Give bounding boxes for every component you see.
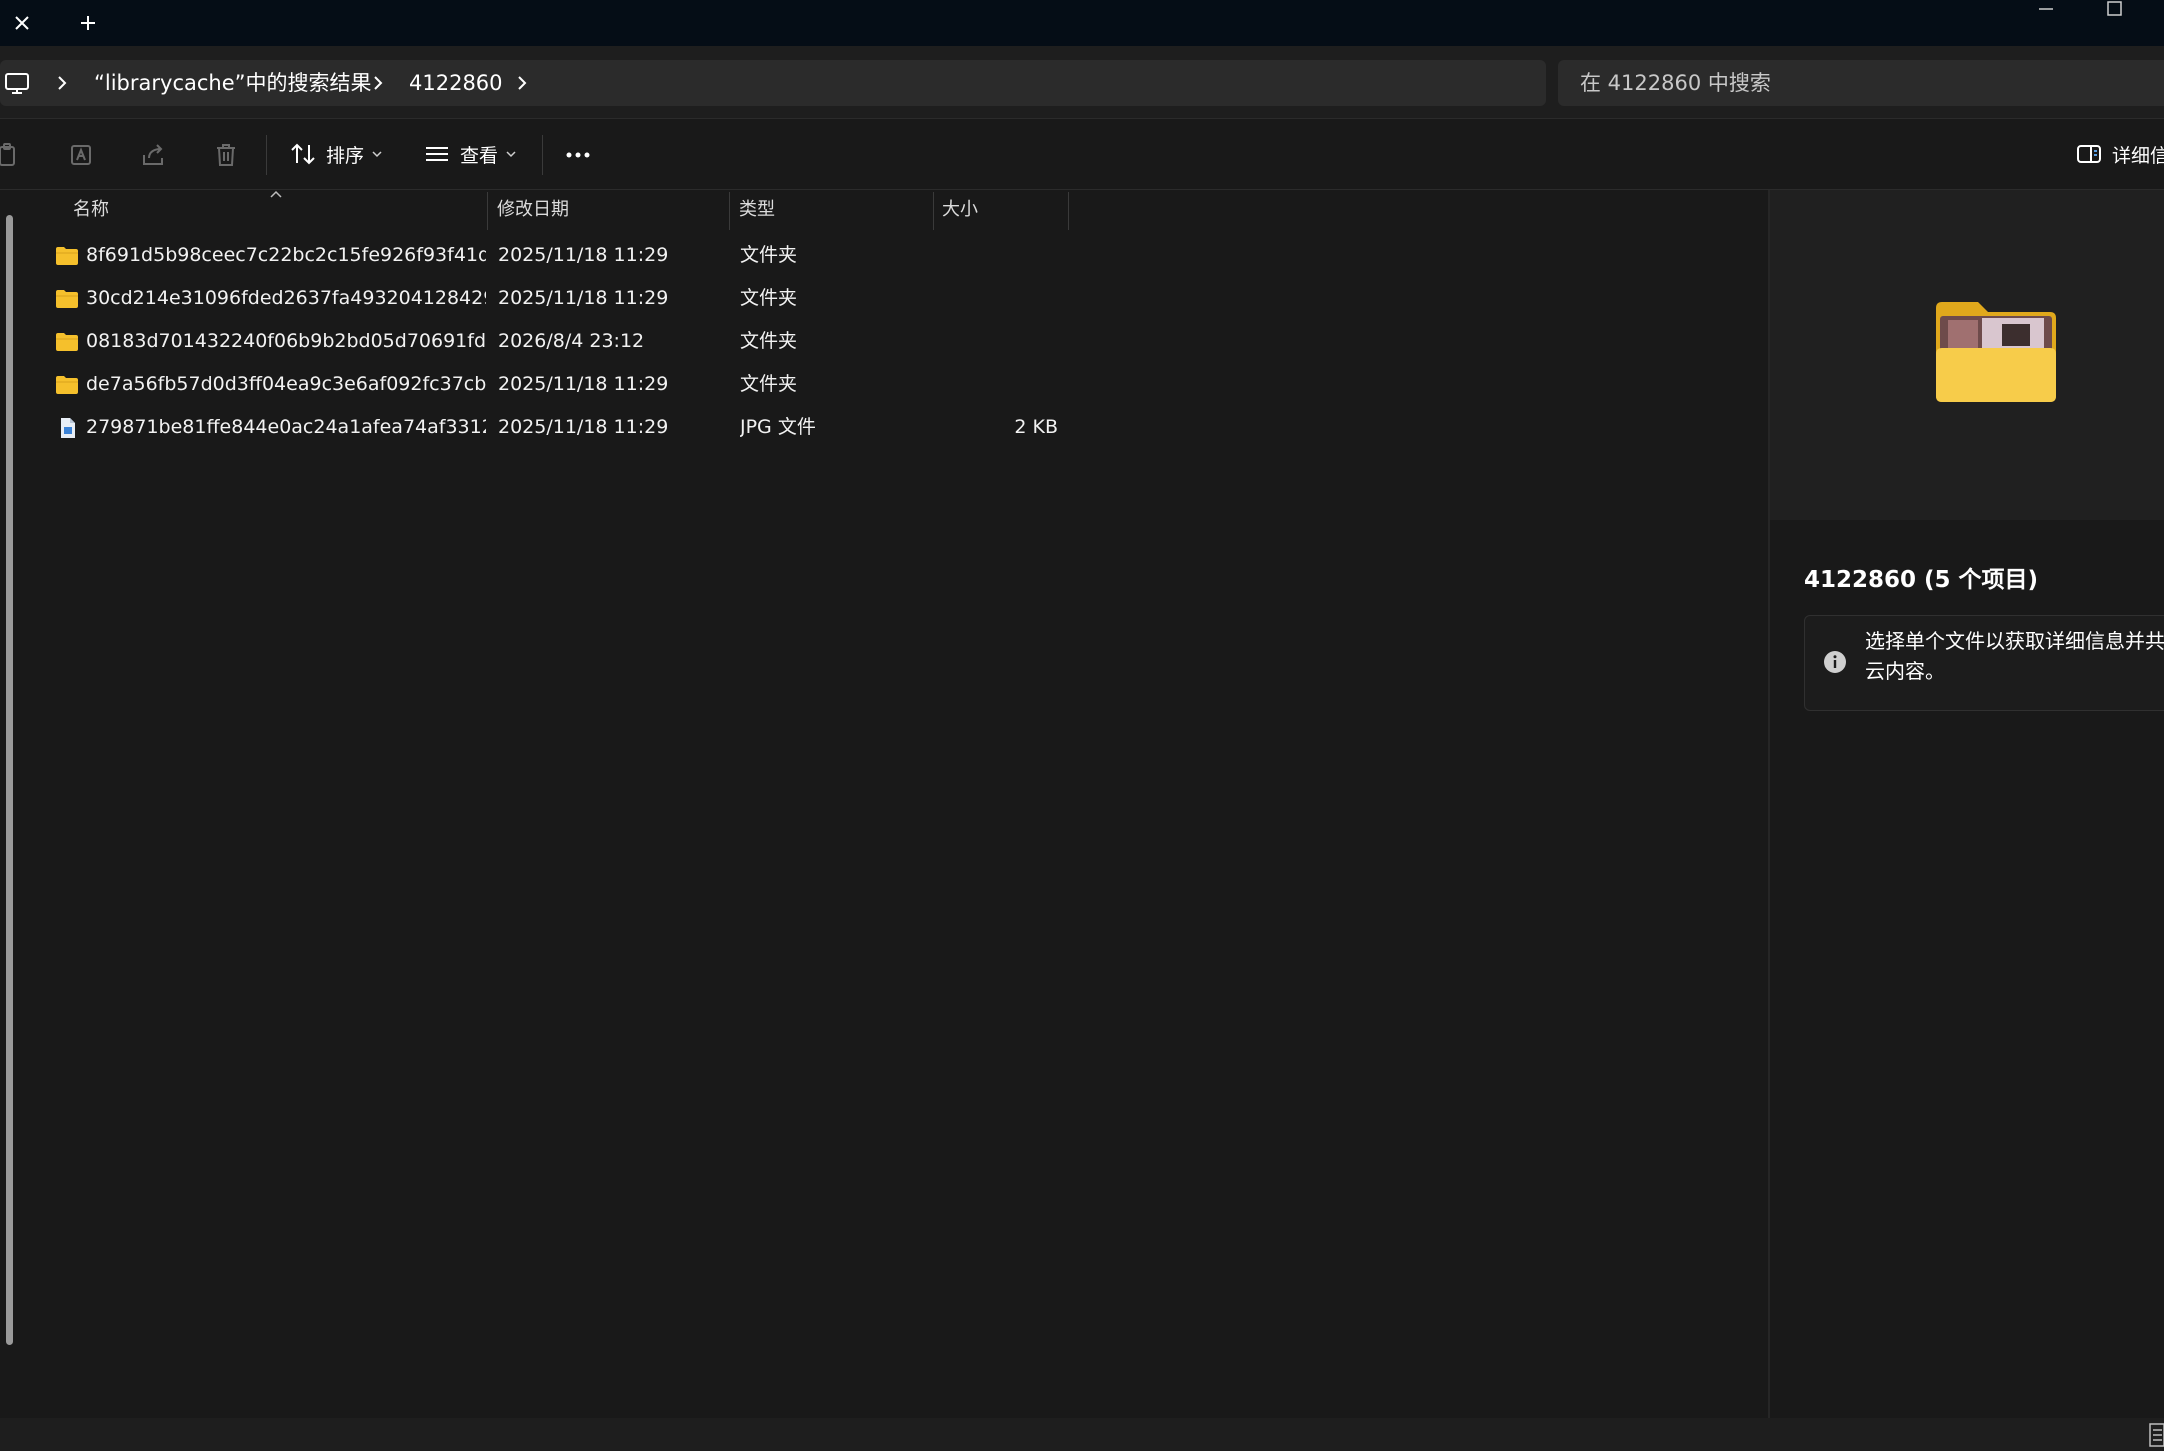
toolbar-divider [266, 135, 267, 175]
close-icon[interactable] [0, 0, 44, 46]
search-placeholder: 在 4122860 中搜索 [1580, 71, 1771, 95]
file-date: 2025/11/18 11:29 [498, 244, 669, 266]
breadcrumb-current-folder[interactable]: 4122860 [409, 60, 503, 106]
column-header-type[interactable]: 类型 [739, 190, 775, 230]
file-size [940, 363, 1058, 406]
details-info-box: 选择单个文件以获取详细信息并共享云内容。 [1804, 615, 2164, 711]
plus-icon[interactable] [66, 0, 110, 46]
status-bar [0, 1418, 2164, 1451]
view-button[interactable]: 查看 [424, 133, 516, 175]
more-options-icon[interactable] [564, 141, 592, 169]
breadcrumb-search-results[interactable]: “librarycache”中的搜索结果 [94, 60, 372, 106]
file-date: 2025/11/18 11:29 [498, 416, 669, 438]
chevron-down-icon [506, 151, 516, 158]
file-list: 名称 修改日期 类型 大小 8f691d5b98ceec7c22bc2c15fe… [28, 190, 1766, 1418]
toolbar-divider [542, 135, 543, 175]
command-bar: 排序 查看 详细信 [0, 119, 2164, 190]
title-bar [0, 0, 2164, 46]
details-title: 4122860 (5 个项目) [1804, 567, 2039, 593]
address-row: “librarycache”中的搜索结果 4122860 在 4122860 中… [0, 46, 2164, 119]
file-name: 279871be81ffe844e0ac24a1afea74af33126... [86, 416, 486, 438]
file-type: 文件夹 [740, 330, 798, 352]
folder-icon [56, 247, 78, 265]
search-input[interactable]: 在 4122860 中搜索 [1558, 60, 2164, 106]
column-divider[interactable] [1068, 192, 1069, 230]
column-divider[interactable] [487, 192, 488, 230]
minimize-icon[interactable] [2024, 0, 2068, 20]
file-name: 8f691d5b98ceec7c22bc2c15fe926f93f41df... [86, 244, 486, 266]
share-icon[interactable] [140, 141, 168, 169]
file-name: 30cd214e31096fded2637fa493204128429... [86, 287, 486, 309]
file-name: de7a56fb57d0d3ff04ea9c3e6af092fc37cb2... [86, 373, 486, 395]
vertical-scrollbar[interactable] [6, 215, 13, 1345]
column-header-name[interactable]: 名称 [73, 190, 109, 230]
this-pc-icon[interactable] [4, 72, 30, 96]
file-row[interactable]: 08183d701432240f06b9b2bd05d70691fd... 202… [28, 320, 1068, 363]
chevron-right-icon[interactable] [52, 73, 72, 93]
sort-icon [291, 143, 315, 165]
chevron-down-icon [372, 151, 382, 158]
column-divider[interactable] [933, 192, 934, 230]
details-pane: 4122860 (5 个项目) 选择单个文件以获取详细信息并共享云内容。 [1768, 190, 2164, 1418]
sort-button[interactable]: 排序 [290, 133, 382, 175]
file-type: 文件夹 [740, 287, 798, 309]
file-row[interactable]: de7a56fb57d0d3ff04ea9c3e6af092fc37cb2...… [28, 363, 1068, 406]
view-label: 查看 [460, 144, 499, 167]
file-size: 2 KB [1014, 416, 1058, 438]
info-icon [1824, 651, 1846, 673]
rename-icon[interactable] [68, 141, 96, 169]
details-pane-label: 详细信 [2112, 144, 2164, 167]
file-type: 文件夹 [740, 373, 798, 395]
column-header-date[interactable]: 修改日期 [497, 190, 569, 230]
column-header-size[interactable]: 大小 [942, 190, 978, 230]
folder-icon [56, 376, 78, 394]
file-size [940, 234, 1058, 277]
chevron-right-icon[interactable] [368, 73, 388, 93]
sort-ascending-icon [270, 190, 282, 198]
details-view-icon[interactable] [2148, 1422, 2164, 1448]
preview-area [1770, 190, 2164, 520]
chevron-right-icon[interactable] [512, 73, 532, 93]
column-divider[interactable] [729, 192, 730, 230]
file-type: 文件夹 [740, 244, 798, 266]
breadcrumb[interactable]: “librarycache”中的搜索结果 4122860 [0, 60, 1546, 106]
file-row[interactable]: 8f691d5b98ceec7c22bc2c15fe926f93f41df...… [28, 234, 1068, 277]
file-row[interactable]: 279871be81ffe844e0ac24a1afea74af33126...… [28, 406, 1068, 449]
details-info-text: 选择单个文件以获取详细信息并共享云内容。 [1865, 629, 2164, 683]
file-date: 2025/11/18 11:29 [498, 287, 669, 309]
jpg-file-icon [61, 418, 75, 438]
maximize-icon[interactable] [2092, 0, 2136, 20]
file-size [940, 320, 1058, 363]
file-row[interactable]: 30cd214e31096fded2637fa493204128429... 20… [28, 277, 1068, 320]
folder-thumbnail-icon [1936, 302, 2056, 402]
file-date: 2025/11/18 11:29 [498, 373, 669, 395]
sort-label: 排序 [326, 144, 365, 167]
file-date: 2026/8/4 23:12 [498, 330, 645, 352]
folder-icon [56, 290, 78, 308]
file-type: JPG 文件 [740, 416, 816, 438]
folder-icon [56, 333, 78, 351]
paste-icon[interactable] [0, 141, 22, 169]
delete-icon[interactable] [212, 141, 240, 169]
details-pane-icon [2077, 145, 2101, 163]
details-pane-button[interactable]: 详细信 [2076, 133, 2164, 175]
view-list-icon [426, 147, 448, 161]
file-size [940, 277, 1058, 320]
file-name: 08183d701432240f06b9b2bd05d70691fd... [86, 330, 486, 352]
